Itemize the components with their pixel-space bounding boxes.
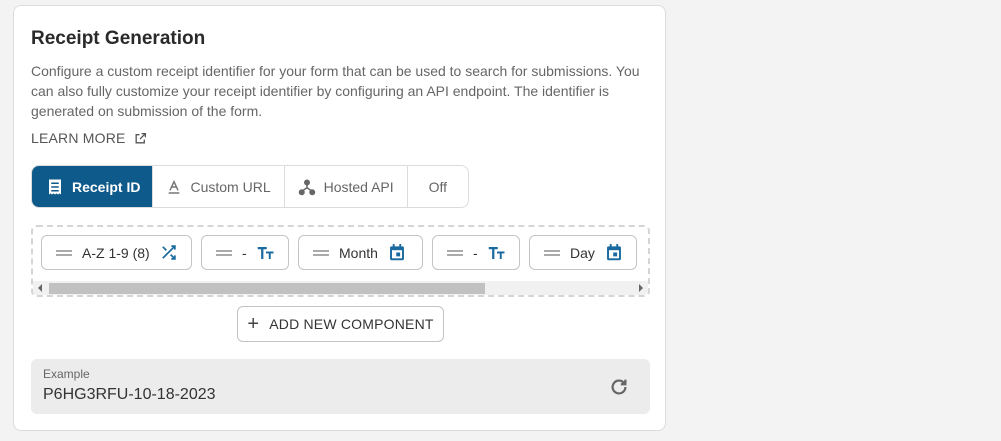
tab-receipt-id[interactable]: Receipt ID	[32, 166, 154, 207]
learn-more-label: LEARN MORE	[31, 130, 126, 146]
receipt-icon	[49, 179, 61, 194]
component-chip[interactable]: A-Z 1-9 (8)	[41, 235, 192, 270]
add-new-component-button[interactable]: + ADD NEW COMPONENT	[237, 306, 444, 342]
learn-more-link[interactable]: LEARN MORE	[31, 130, 147, 146]
text-size-icon[interactable]	[257, 244, 275, 262]
component-chip[interactable]: -	[201, 235, 289, 270]
component-builder: A-Z 1-9 (8) - Month - Day	[31, 225, 650, 297]
tab-label: Hosted API	[323, 178, 394, 195]
tab-label: Receipt ID	[72, 178, 141, 195]
drag-handle-icon[interactable]	[447, 249, 463, 256]
text-format-icon	[169, 179, 180, 194]
calendar-icon[interactable]	[388, 244, 406, 262]
tab-label: Off	[428, 178, 448, 195]
receipt-mode-tabs: Receipt ID Custom URL Hosted API Off	[31, 165, 470, 208]
tab-label: Custom URL	[190, 178, 271, 195]
drag-handle-icon[interactable]	[56, 249, 72, 256]
scrollbar-thumb[interactable]	[49, 283, 485, 294]
example-field: Example P6HG3RFU-10-18-2023	[31, 359, 650, 414]
component-label: A-Z 1-9 (8)	[82, 244, 150, 261]
tab-custom-url[interactable]: Custom URL	[153, 166, 285, 207]
plus-icon: +	[247, 313, 260, 335]
component-list: A-Z 1-9 (8) - Month - Day	[41, 235, 637, 270]
example-value: P6HG3RFU-10-18-2023	[43, 386, 216, 403]
external-link-icon	[135, 132, 146, 143]
api-icon	[298, 179, 315, 195]
example-label: Example	[43, 367, 90, 381]
drag-handle-icon[interactable]	[216, 249, 232, 256]
component-label: -	[473, 244, 478, 261]
component-chip[interactable]: -	[432, 235, 520, 270]
component-label: Month	[339, 244, 378, 261]
horizontal-scrollbar[interactable]	[33, 281, 648, 295]
refresh-icon[interactable]	[608, 376, 630, 398]
scroll-right-icon[interactable]	[639, 284, 643, 292]
add-component-label: ADD NEW COMPONENT	[269, 316, 434, 332]
drag-handle-icon[interactable]	[544, 249, 560, 256]
tab-off[interactable]: Off	[408, 166, 468, 207]
section-description: Configure a custom receipt identifier fo…	[31, 63, 640, 119]
section-title: Receipt Generation	[31, 28, 206, 49]
calendar-icon[interactable]	[605, 244, 623, 262]
tab-hosted-api[interactable]: Hosted API	[285, 166, 408, 207]
shuffle-icon[interactable]	[160, 244, 178, 262]
component-chip[interactable]: Day	[529, 235, 637, 270]
drag-handle-icon[interactable]	[313, 249, 329, 256]
scroll-left-icon[interactable]	[38, 284, 42, 292]
component-label: Day	[570, 244, 595, 261]
text-size-icon[interactable]	[488, 244, 506, 262]
receipt-generation-card: Receipt Generation Configure a custom re…	[13, 5, 666, 431]
component-label: -	[242, 244, 247, 261]
component-chip[interactable]: Month	[298, 235, 423, 270]
